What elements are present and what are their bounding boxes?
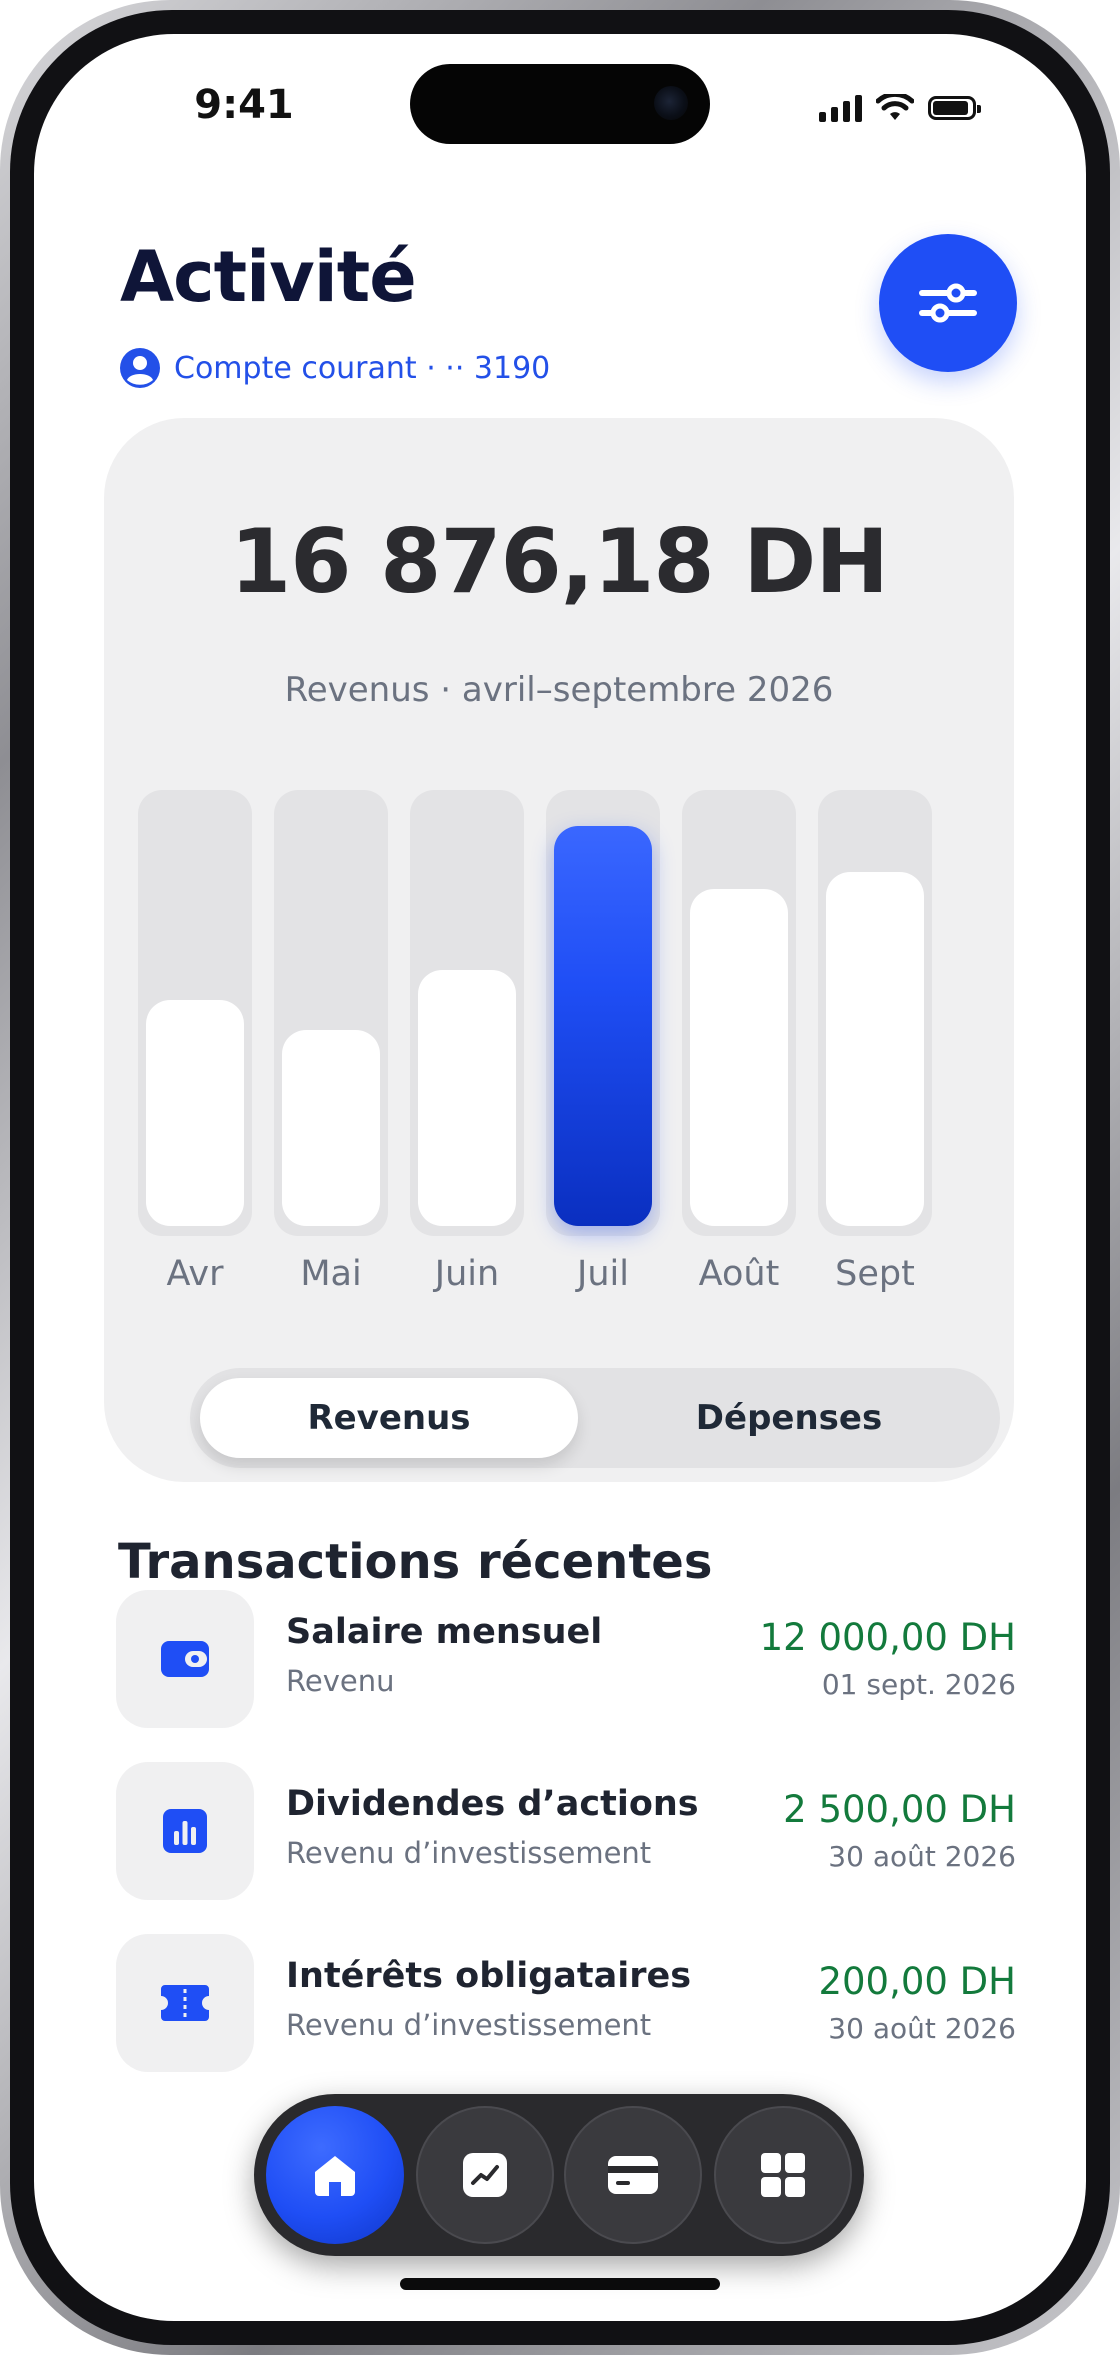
bar-juil: [554, 826, 652, 1226]
dynamic-island: [410, 64, 710, 144]
home-indicator: [400, 2278, 720, 2290]
transactions-title: Transactions récentes: [118, 1534, 713, 1590]
bar-label-juil: Juil: [577, 1254, 629, 1294]
transaction-amount: 200,00 DH: [818, 1960, 1016, 2003]
transaction-date: 01 sept. 2026: [821, 1668, 1016, 1701]
account-label: Compte courant · ·· 3190: [174, 350, 551, 386]
transaction-date: 30 août 2026: [828, 1840, 1016, 1873]
bar-sept: [826, 872, 924, 1226]
tab-depenses[interactable]: Dépenses: [588, 1378, 990, 1458]
revenue-bar-chart: Avr Mai Juin Juil Août Sept: [104, 418, 1014, 1482]
bar-label-avr: Avr: [166, 1254, 224, 1294]
transaction-amount: 12 000,00 DH: [759, 1616, 1016, 1659]
status-icons: [819, 94, 981, 122]
nav-home-button[interactable]: [266, 2106, 404, 2244]
nav-trend-button[interactable]: [416, 2106, 554, 2244]
transaction-row[interactable]: Salaire mensuel Revenu 12 000,00 DH 01 s…: [116, 1590, 1016, 1728]
bar-track-mai[interactable]: [274, 790, 388, 1236]
transaction-icon-box: [116, 1762, 254, 1900]
account-selector[interactable]: Compte courant · ·· 3190: [118, 346, 550, 390]
transaction-name: Intérêts obligataires: [286, 1956, 692, 1996]
nav-card-button[interactable]: [564, 2106, 702, 2244]
revenue-card: 16 876,18 DH Revenus · avril–septembre 2…: [104, 418, 1014, 1482]
bar-label-juin: Juin: [434, 1254, 500, 1294]
bar-label-août: Août: [698, 1254, 780, 1294]
transaction-date: 30 août 2026: [828, 2012, 1016, 2045]
battery-icon: [928, 96, 981, 120]
transaction-icon-box: [116, 1934, 254, 2072]
bottom-nav: [254, 2094, 864, 2256]
transaction-category: Revenu d’investissement: [286, 2008, 652, 2042]
transaction-name: Salaire mensuel: [286, 1612, 603, 1652]
phone-frame: 9:41 Activité Compte courant · ·· 3190 1…: [0, 0, 1120, 2355]
bar-track-avr[interactable]: [138, 790, 252, 1236]
trend-icon: [463, 2153, 507, 2197]
bar-track-août[interactable]: [682, 790, 796, 1236]
revenue-expense-toggle[interactable]: Revenus Dépenses: [190, 1368, 1000, 1468]
status-time: 9:41: [194, 82, 294, 128]
page-title: Activité: [120, 236, 417, 318]
transaction-category: Revenu d’investissement: [286, 1836, 652, 1870]
bar-label-sept: Sept: [835, 1254, 915, 1294]
bar-juin: [418, 970, 516, 1226]
grid-icon: [761, 2153, 805, 2197]
home-icon: [315, 2156, 355, 2196]
transaction-row[interactable]: Intérêts obligataires Revenu d’investiss…: [116, 1934, 1016, 2072]
user-icon: [120, 348, 160, 388]
bar-août: [690, 889, 788, 1226]
screen: 9:41 Activité Compte courant · ·· 3190 1…: [34, 34, 1086, 2321]
tab-revenus[interactable]: Revenus: [200, 1378, 578, 1458]
bar-chart-icon: [163, 1809, 207, 1853]
bar-track-juin[interactable]: [410, 790, 524, 1236]
camera-icon: [654, 86, 688, 120]
bar-track-sept[interactable]: [818, 790, 932, 1236]
bar-mai: [282, 1030, 380, 1226]
wifi-icon: [876, 94, 914, 120]
ticket-icon: [161, 1985, 209, 2021]
transaction-category: Revenu: [286, 1664, 395, 1698]
nav-grid-button[interactable]: [714, 2106, 852, 2244]
sliders-icon: [919, 283, 977, 323]
signal-icon: [819, 94, 862, 122]
transaction-icon-box: [116, 1590, 254, 1728]
transaction-row[interactable]: Dividendes d’actions Revenu d’investisse…: [116, 1762, 1016, 1900]
transaction-name: Dividendes d’actions: [286, 1784, 699, 1824]
wallet-icon: [161, 1641, 209, 1677]
bar-label-mai: Mai: [300, 1254, 362, 1294]
card-icon: [608, 2156, 658, 2194]
transaction-amount: 2 500,00 DH: [783, 1788, 1016, 1831]
bar-avr: [146, 1000, 244, 1226]
filter-button[interactable]: [879, 234, 1017, 372]
bar-track-juil[interactable]: [546, 790, 660, 1236]
